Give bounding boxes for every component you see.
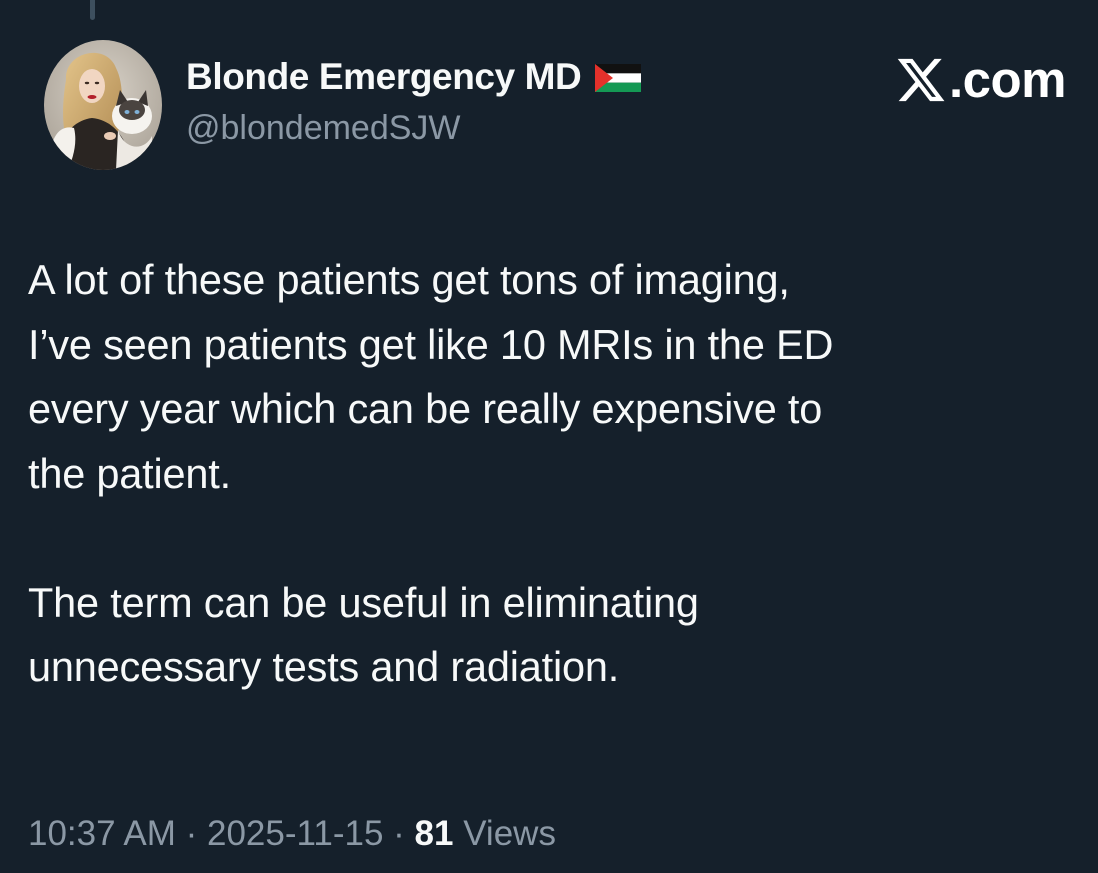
tweet-time: 10:37 AM	[28, 814, 176, 853]
tweet-body: A lot of these patients get tons of imag…	[28, 248, 1068, 700]
site-logo: .com	[895, 50, 1067, 110]
views-label: Views	[463, 814, 556, 853]
tweet-date: 2025-11-15	[207, 814, 384, 853]
thread-connector-line	[90, 0, 95, 20]
meta-separator: ·	[383, 814, 415, 853]
tweet-timestamp-link[interactable]: 10:37 AM · 2025-11-15	[28, 814, 383, 853]
author-display-name[interactable]: Blonde Emergency MD	[186, 54, 582, 100]
site-domain-text: .com	[948, 51, 1067, 108]
views-link[interactable]: 81 Views	[415, 814, 556, 853]
meta-separator: ·	[175, 814, 207, 853]
tweet-paragraph: The term can be useful in eliminating un…	[28, 578, 699, 691]
author-name-row[interactable]: Blonde Emergency MD	[186, 54, 642, 100]
tweet-meta: 10:37 AM · 2025-11-15 · 81 Views	[28, 810, 556, 858]
x-logo-icon	[897, 58, 945, 102]
tweet-paragraph: A lot of these patients get tons of imag…	[28, 256, 834, 497]
author-handle[interactable]: @blondemedSJW	[186, 106, 461, 150]
palestine-flag-icon	[595, 64, 642, 92]
profile-avatar[interactable]	[44, 40, 162, 170]
views-count: 81	[414, 814, 454, 853]
